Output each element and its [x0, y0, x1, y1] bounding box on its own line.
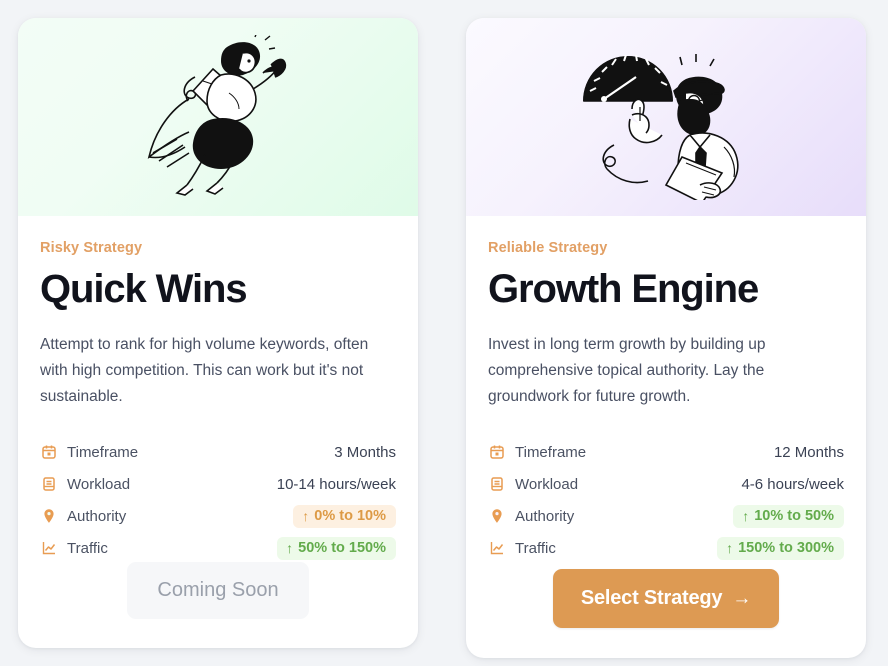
stat-row-workload: Workload 4-6 hours/week [488, 470, 844, 498]
card-illustration-quick-wins [18, 18, 418, 216]
card-footer-quick-wins: Coming Soon [18, 562, 418, 649]
card-description: Attempt to rank for high volume keywords… [40, 336, 369, 405]
card-title: Growth Engine [488, 267, 759, 311]
badge-value: 10% to 50% [754, 507, 834, 524]
stat-row-workload: Workload 10-14 hours/week [40, 470, 396, 498]
coming-soon-button[interactable]: Coming Soon [127, 562, 309, 619]
line-chart-icon [40, 539, 58, 557]
status-badge-authority: ↑ 10% to 50% [733, 504, 844, 528]
arrow-up-icon: ↑ [742, 507, 750, 524]
strategy-card-board: Risky Strategy Quick Wins Attempt to ran… [0, 0, 888, 666]
select-strategy-button[interactable]: Select Strategy → [552, 569, 780, 628]
stat-label: Traffic [67, 539, 108, 557]
stat-row-traffic: Traffic ↑ 150% to 300% [488, 534, 844, 562]
arrow-right-icon: → [732, 587, 752, 609]
stat-row-timeframe: Timeframe 3 Months [40, 438, 396, 466]
stat-value: 12 Months [773, 443, 844, 461]
arrow-up-icon: ↑ [286, 539, 294, 556]
book-icon [488, 475, 506, 493]
badge-value: 50% to 150% [298, 539, 386, 556]
stat-row-authority: Authority ↑ 0% to 10% [40, 502, 396, 530]
strategy-card-growth-engine[interactable]: Reliable Strategy Growth Engine Invest i… [466, 18, 866, 665]
card-stats-list: Timeframe 3 Months Workload 10-14 hours/… [40, 438, 396, 562]
man-with-gauge-icon [582, 53, 738, 200]
stat-label: Authority [515, 507, 575, 525]
card-illustration-growth-engine [466, 18, 866, 216]
card-eyebrow: Reliable Strategy [488, 240, 608, 256]
stat-value: 4-6 hours/week [741, 475, 844, 493]
status-badge-authority: ↑ 0% to 10% [293, 504, 396, 528]
stat-label: Workload [67, 475, 131, 493]
arrow-up-icon: ↑ [726, 539, 734, 556]
card-body-growth-engine: Reliable Strategy Growth Engine Invest i… [466, 216, 866, 569]
stat-row-traffic: Traffic ↑ 50% to 150% [40, 534, 396, 562]
card-body-quick-wins: Risky Strategy Quick Wins Attempt to ran… [18, 216, 418, 562]
badge-value: 0% to 10% [314, 507, 386, 524]
arrow-up-icon: ↑ [302, 507, 310, 524]
stat-row-timeframe: Timeframe 12 Months [488, 438, 844, 466]
button-label: Select Strategy [580, 587, 723, 609]
badge-value: 150% to 300% [738, 539, 834, 556]
calendar-icon [488, 443, 506, 461]
stat-label: Timeframe [67, 443, 139, 461]
card-title: Quick Wins [40, 267, 248, 311]
stat-row-authority: Authority ↑ 10% to 50% [488, 502, 844, 530]
map-pin-icon [40, 507, 58, 525]
card-footer-growth-engine: Select Strategy → [466, 569, 866, 658]
status-badge-traffic: ↑ 50% to 150% [277, 536, 396, 560]
stat-value: 10-14 hours/week [276, 475, 396, 493]
map-pin-icon [488, 507, 506, 525]
strategy-card-quick-wins[interactable]: Risky Strategy Quick Wins Attempt to ran… [18, 18, 418, 648]
line-chart-icon [488, 539, 506, 557]
stat-label: Timeframe [515, 443, 587, 461]
card-description: Invest in long term growth by building u… [488, 336, 766, 405]
calendar-icon [40, 443, 58, 461]
stat-value: 3 Months [334, 443, 396, 461]
stat-label: Authority [67, 507, 127, 525]
status-badge-traffic: ↑ 150% to 300% [717, 536, 844, 560]
stat-label: Traffic [515, 539, 556, 557]
flying-person-rocket-icon [147, 34, 287, 196]
stat-label: Workload [515, 475, 579, 493]
book-icon [40, 475, 58, 493]
card-eyebrow: Risky Strategy [40, 240, 143, 256]
button-label: Coming Soon [157, 579, 279, 601]
card-stats-list: Timeframe 12 Months Workload 4-6 hours/w… [488, 438, 844, 562]
